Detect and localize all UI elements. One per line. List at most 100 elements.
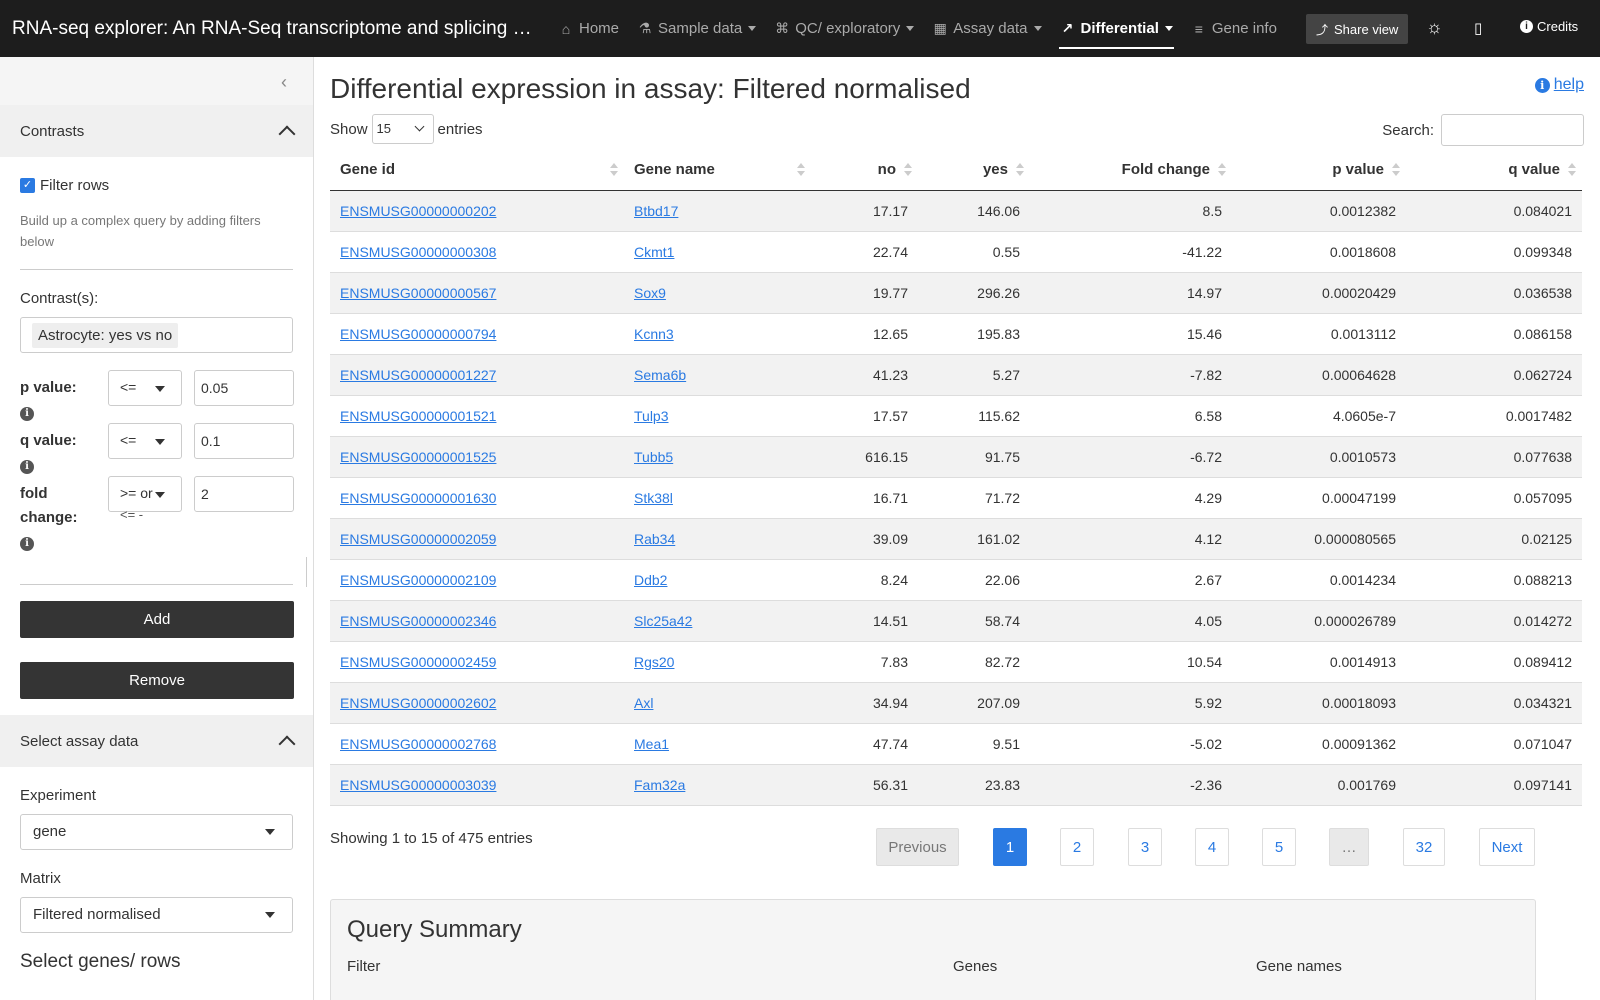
experiment-label: Experiment (20, 787, 96, 804)
gene-id-link[interactable]: ENSMUSG00000000567 (340, 285, 496, 301)
nav-gene-info[interactable]: ≡ Gene info (1182, 0, 1286, 57)
table-row[interactable]: ENSMUSG00000003039 Fam32a 56.31 23.83 -2.36 0… (330, 764, 1582, 806)
gene-id-link[interactable]: ENSMUSG00000001630 (340, 490, 496, 506)
gene-id-link[interactable]: ENSMUSG00000002109 (340, 572, 496, 588)
info-icon[interactable]: i (20, 537, 34, 551)
col-gene-id[interactable]: Gene id (330, 150, 624, 191)
table-row[interactable]: ENSMUSG00000001630 Stk38l 16.71 71.72 4.29 0.… (330, 477, 1582, 519)
next-page-button[interactable]: Next (1479, 828, 1535, 866)
table-row[interactable]: ENSMUSG00000002768 Mea1 47.74 9.51 -5.02 0.00… (330, 723, 1582, 765)
table-row[interactable]: ENSMUSG00000000308 Ckmt1 22.74 0.55 -41.22 0.… (330, 231, 1582, 273)
gene-id-link[interactable]: ENSMUSG00000000202 (340, 203, 496, 219)
page-button-4[interactable]: 4 (1195, 828, 1229, 866)
col-p-value[interactable]: p value (1232, 150, 1406, 191)
search-input[interactable] (1441, 114, 1584, 146)
gene-name-link[interactable]: Kcnn3 (634, 326, 674, 342)
col-q-value[interactable]: q value (1406, 150, 1582, 191)
page-button-2[interactable]: 2 (1060, 828, 1094, 866)
divider (20, 584, 293, 585)
gene-name-link[interactable]: Ddb2 (634, 572, 667, 588)
nav-sample-data[interactable]: ⚗ Sample data (628, 0, 765, 57)
gene-name-link[interactable]: Mea1 (634, 736, 669, 752)
nav-differential-label: Differential (1080, 20, 1159, 37)
filter-rows-checkbox[interactable]: ✓ Filter rows (20, 177, 293, 194)
gene-name-link[interactable]: Ckmt1 (634, 244, 674, 260)
table-row[interactable]: ENSMUSG00000002602 Axl 34.94 207.09 5.92 0.00… (330, 682, 1582, 724)
sun-icon[interactable]: ☼ (1426, 17, 1443, 38)
table-row[interactable]: ENSMUSG00000001525 Tubb5 616.15 91.75 -6.72 0… (330, 436, 1582, 478)
assay-header-label: Select assay data (20, 732, 139, 750)
checkbox-checked-icon[interactable]: ✓ (20, 178, 35, 193)
page-button-32[interactable]: 32 (1403, 828, 1445, 866)
filter-rows-label: Filter rows (40, 177, 110, 194)
gene-id-link[interactable]: ENSMUSG00000003039 (340, 777, 496, 793)
gene-name-link[interactable]: Rgs20 (634, 654, 674, 670)
table-row[interactable]: ENSMUSG00000001227 Sema6b 41.23 5.27 -7.82 0.… (330, 354, 1582, 396)
info-icon[interactable]: i (20, 460, 34, 474)
gene-id-link[interactable]: ENSMUSG00000001227 (340, 367, 496, 383)
table-row[interactable]: ENSMUSG00000002459 Rgs20 7.83 82.72 10.54 0.0… (330, 641, 1582, 683)
gene-id-link[interactable]: ENSMUSG00000002059 (340, 531, 496, 547)
col-no[interactable]: no (811, 150, 918, 191)
assay-accordion-header[interactable]: Select assay data (0, 715, 313, 767)
fold-change-operator-select[interactable]: >= or <= - (108, 476, 182, 522)
contrast-select[interactable]: Astrocyte: yes vs no (20, 317, 293, 353)
gene-id-link[interactable]: ENSMUSG00000000308 (340, 244, 496, 260)
chevron-left-icon[interactable]: ‹ (281, 72, 287, 93)
info-icon[interactable]: i (20, 407, 34, 421)
table-row[interactable]: ENSMUSG00000002059 Rab34 39.09 161.02 4.12 0.… (330, 518, 1582, 560)
gene-name-link[interactable]: Sox9 (634, 285, 666, 301)
previous-page-button[interactable]: Previous (876, 828, 959, 866)
page-button-1[interactable]: 1 (993, 828, 1027, 866)
gene-name-link[interactable]: Stk38l (634, 490, 673, 506)
gene-name-link[interactable]: Fam32a (634, 777, 685, 793)
table-row[interactable]: ENSMUSG00000002346 Slc25a42 14.51 58.74 4.05… (330, 600, 1582, 642)
nav-qc-exploratory[interactable]: ⌘ QC/ exploratory (765, 0, 923, 57)
col-gene-name[interactable]: Gene name (624, 150, 811, 191)
col-yes[interactable]: yes (918, 150, 1030, 191)
gene-id-link[interactable]: ENSMUSG00000002768 (340, 736, 496, 752)
p-value-operator-select[interactable]: <= (108, 370, 182, 406)
col-fold-change[interactable]: Fold change (1030, 150, 1232, 191)
gene-name-link[interactable]: Tulp3 (634, 408, 669, 424)
add-button[interactable]: Add (20, 601, 294, 638)
nav-home[interactable]: ⌂ Home (549, 0, 628, 57)
q-value-input[interactable] (194, 423, 294, 459)
nav-differential[interactable]: ↗ Differential (1051, 0, 1182, 57)
file-icon[interactable]: ▯ (1474, 19, 1482, 37)
table-row[interactable]: ENSMUSG00000000202 Btbd17 17.17 146.06 8.5 0.… (330, 190, 1582, 232)
contrasts-accordion-header[interactable]: Contrasts (0, 105, 313, 157)
contrast-tag[interactable]: Astrocyte: yes vs no (32, 323, 179, 348)
table-row[interactable]: ENSMUSG00000002109 Ddb2 8.24 22.06 2.67 0.001… (330, 559, 1582, 601)
credits-link[interactable]: i Credits (1520, 19, 1578, 34)
app-title[interactable]: RNA-seq explorer: An RNA-Seq transcripto… (0, 18, 535, 40)
page-button-3[interactable]: 3 (1128, 828, 1162, 866)
gene-name-link[interactable]: Slc25a42 (634, 613, 692, 629)
fold-change-input[interactable] (194, 476, 294, 512)
page-button-5[interactable]: 5 (1262, 828, 1296, 866)
matrix-select[interactable]: Filtered normalised (20, 897, 293, 933)
share-view-button[interactable]: ⤴ Share view (1306, 14, 1409, 44)
q-value-operator-select[interactable]: <= (108, 423, 182, 459)
sidebar-resize-handle[interactable] (306, 557, 308, 587)
table-row[interactable]: ENSMUSG00000000567 Sox9 19.77 296.26 14.97 0.… (330, 272, 1582, 314)
p-value-input[interactable] (194, 370, 294, 406)
gene-id-link[interactable]: ENSMUSG00000002346 (340, 613, 496, 629)
gene-id-link[interactable]: ENSMUSG00000001521 (340, 408, 496, 424)
help-link[interactable]: i help (1534, 76, 1584, 94)
gene-name-link[interactable]: Rab34 (634, 531, 675, 547)
table-row[interactable]: ENSMUSG00000001521 Tulp3 17.57 115.62 6.58 4.… (330, 395, 1582, 437)
gene-id-link[interactable]: ENSMUSG00000000794 (340, 326, 496, 342)
gene-id-link[interactable]: ENSMUSG00000001525 (340, 449, 496, 465)
gene-name-link[interactable]: Sema6b (634, 367, 686, 383)
experiment-select[interactable]: gene (20, 814, 293, 850)
gene-name-link[interactable]: Btbd17 (634, 203, 678, 219)
gene-id-link[interactable]: ENSMUSG00000002602 (340, 695, 496, 711)
remove-button[interactable]: Remove (20, 662, 294, 699)
nav-assay-data[interactable]: ▦ Assay data (923, 0, 1050, 57)
page-length-select[interactable]: 15 (371, 114, 434, 144)
gene-name-link[interactable]: Tubb5 (634, 449, 673, 465)
table-row[interactable]: ENSMUSG00000000794 Kcnn3 12.65 195.83 15.46 0… (330, 313, 1582, 355)
gene-name-link[interactable]: Axl (634, 695, 653, 711)
gene-id-link[interactable]: ENSMUSG00000002459 (340, 654, 496, 670)
